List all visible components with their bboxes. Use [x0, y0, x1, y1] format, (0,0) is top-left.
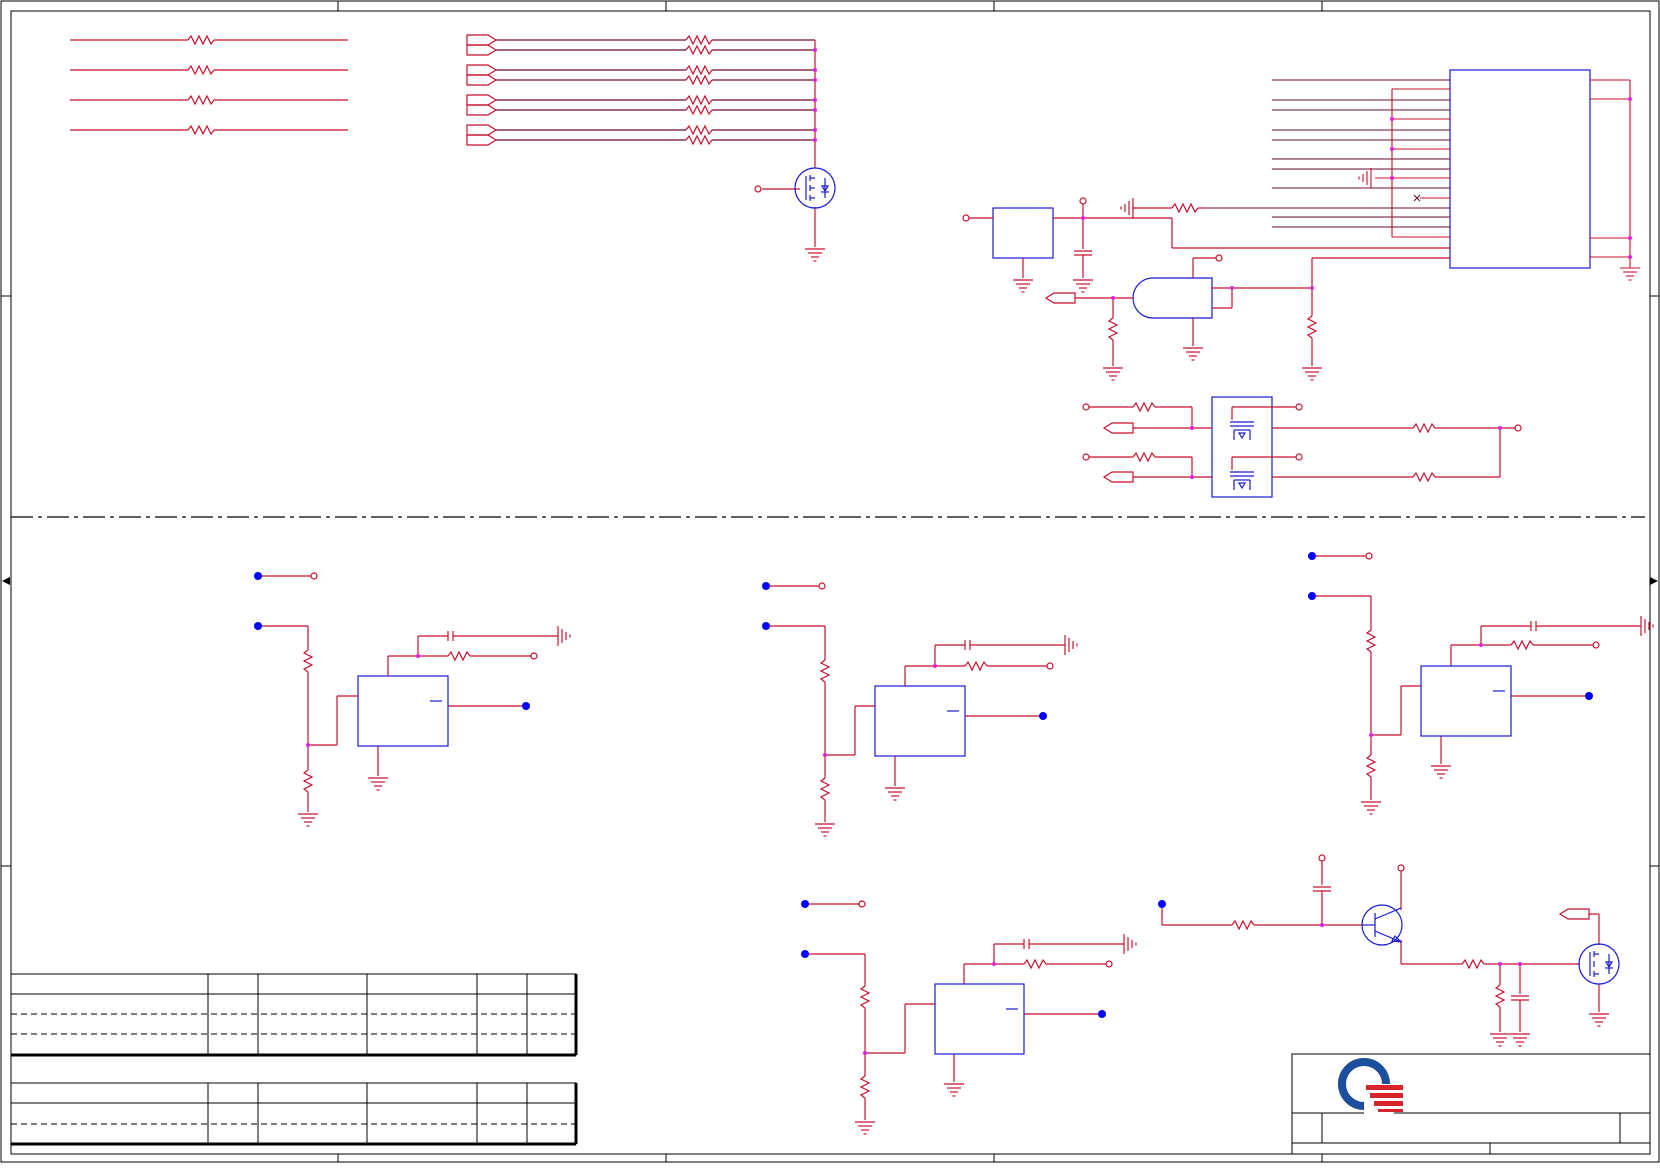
revision-table-1 [10, 973, 578, 1057]
port-1 [466, 34, 498, 46]
resistor-row-4 [70, 124, 348, 136]
port-6 [466, 104, 498, 116]
level-shifter [1082, 396, 1522, 498]
port-4 [466, 74, 498, 86]
opamp-stage-2 [762, 582, 1078, 837]
schematic-sheet [0, 0, 1660, 1163]
resistor-row-3 [70, 94, 348, 106]
resistor-row-1 [70, 34, 348, 46]
opamp-stage-3 [1308, 552, 1654, 815]
resistor-row-2 [70, 64, 348, 76]
series-resistor-bank-left [70, 34, 348, 136]
bjt-mosfet-driver [1158, 854, 1620, 1047]
port-3 [466, 64, 498, 76]
mosfet-q1 [794, 167, 836, 209]
frame-arrow-left [2, 577, 10, 585]
and-gate-circuit [1044, 254, 1450, 381]
port-resistor-array [466, 34, 826, 262]
opamp-stage-1 [254, 572, 571, 827]
port-2 [466, 44, 498, 56]
revision-table-2 [10, 1082, 578, 1146]
opamp-stage-4 [801, 900, 1137, 1135]
company-logo [1338, 1058, 1403, 1114]
schematic-canvas [0, 0, 1660, 1163]
port-8 [466, 134, 498, 146]
port-5 [466, 94, 498, 106]
port-7 [466, 124, 498, 136]
frame-arrow-right [1650, 577, 1658, 585]
